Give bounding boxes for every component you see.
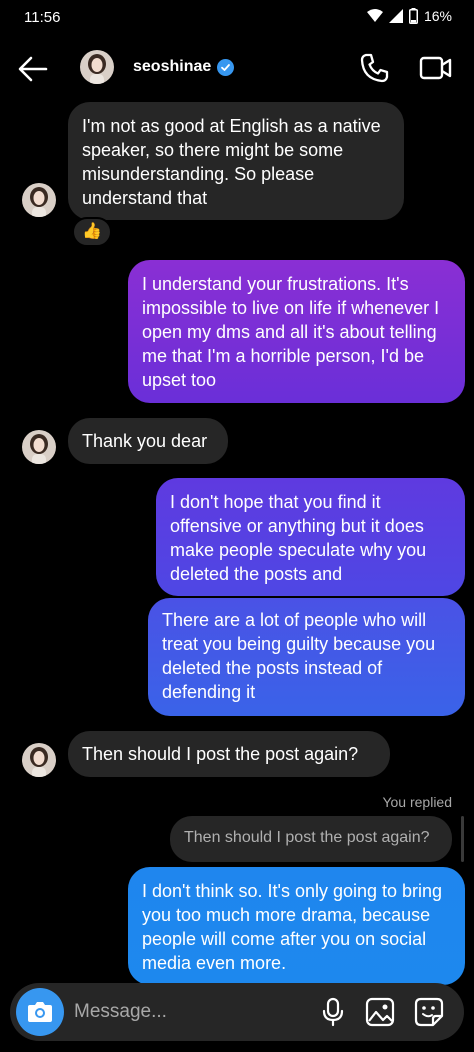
profile-photo-icon: [22, 430, 56, 464]
sticker-button[interactable]: [414, 997, 444, 1027]
username-text: seoshinae: [133, 58, 212, 75]
profile-photo-icon: [22, 183, 56, 217]
gallery-button[interactable]: [365, 997, 395, 1027]
video-camera-icon: [419, 56, 452, 80]
microphone-icon: [322, 997, 344, 1027]
video-call-button[interactable]: [418, 51, 454, 85]
sender-avatar[interactable]: [22, 430, 56, 464]
gallery-icon: [365, 997, 395, 1027]
verified-badge-icon: [217, 58, 235, 76]
outgoing-message[interactable]: I don't hope that you find it offensive …: [156, 478, 465, 596]
reply-label: You replied: [382, 794, 452, 810]
message-composer: [10, 983, 464, 1041]
sender-avatar[interactable]: [22, 743, 56, 777]
outgoing-message[interactable]: I understand your frustrations. It's imp…: [128, 260, 465, 403]
camera-icon: [28, 1002, 52, 1022]
camera-button[interactable]: [16, 988, 64, 1036]
phone-icon: [360, 53, 389, 83]
incoming-message[interactable]: Then should I post the post again?: [68, 731, 390, 777]
wifi-icon: [366, 9, 383, 22]
header-avatar[interactable]: [80, 50, 114, 84]
status-time: 11:56: [24, 9, 61, 26]
header-username[interactable]: seoshinae: [133, 58, 235, 76]
incoming-message[interactable]: Thank you dear: [68, 418, 228, 464]
quote-indicator: [461, 816, 464, 862]
outgoing-message[interactable]: There are a lot of people who will treat…: [148, 598, 465, 716]
chat-header: seoshinae: [0, 36, 474, 100]
reaction-badge[interactable]: 👍: [72, 217, 112, 247]
battery-icon: [408, 8, 418, 24]
back-arrow-icon: [18, 56, 48, 82]
signal-icon: [388, 9, 403, 23]
message-input[interactable]: [74, 983, 294, 1041]
sender-avatar[interactable]: [22, 183, 56, 217]
profile-photo-icon: [22, 743, 56, 777]
outgoing-message[interactable]: I don't think so. It's only going to bri…: [128, 867, 465, 985]
battery-percent: 16%: [423, 8, 452, 24]
back-button[interactable]: [16, 52, 50, 86]
profile-photo-icon: [80, 50, 114, 84]
incoming-message[interactable]: I'm not as good at English as a native s…: [68, 102, 404, 220]
status-bar: 11:56 16%: [0, 0, 474, 36]
audio-call-button[interactable]: [357, 51, 391, 85]
quoted-message[interactable]: Then should I post the post again?: [170, 816, 452, 862]
sticker-icon: [414, 997, 444, 1027]
status-icons: 16%: [366, 8, 452, 24]
voice-message-button[interactable]: [320, 997, 346, 1027]
